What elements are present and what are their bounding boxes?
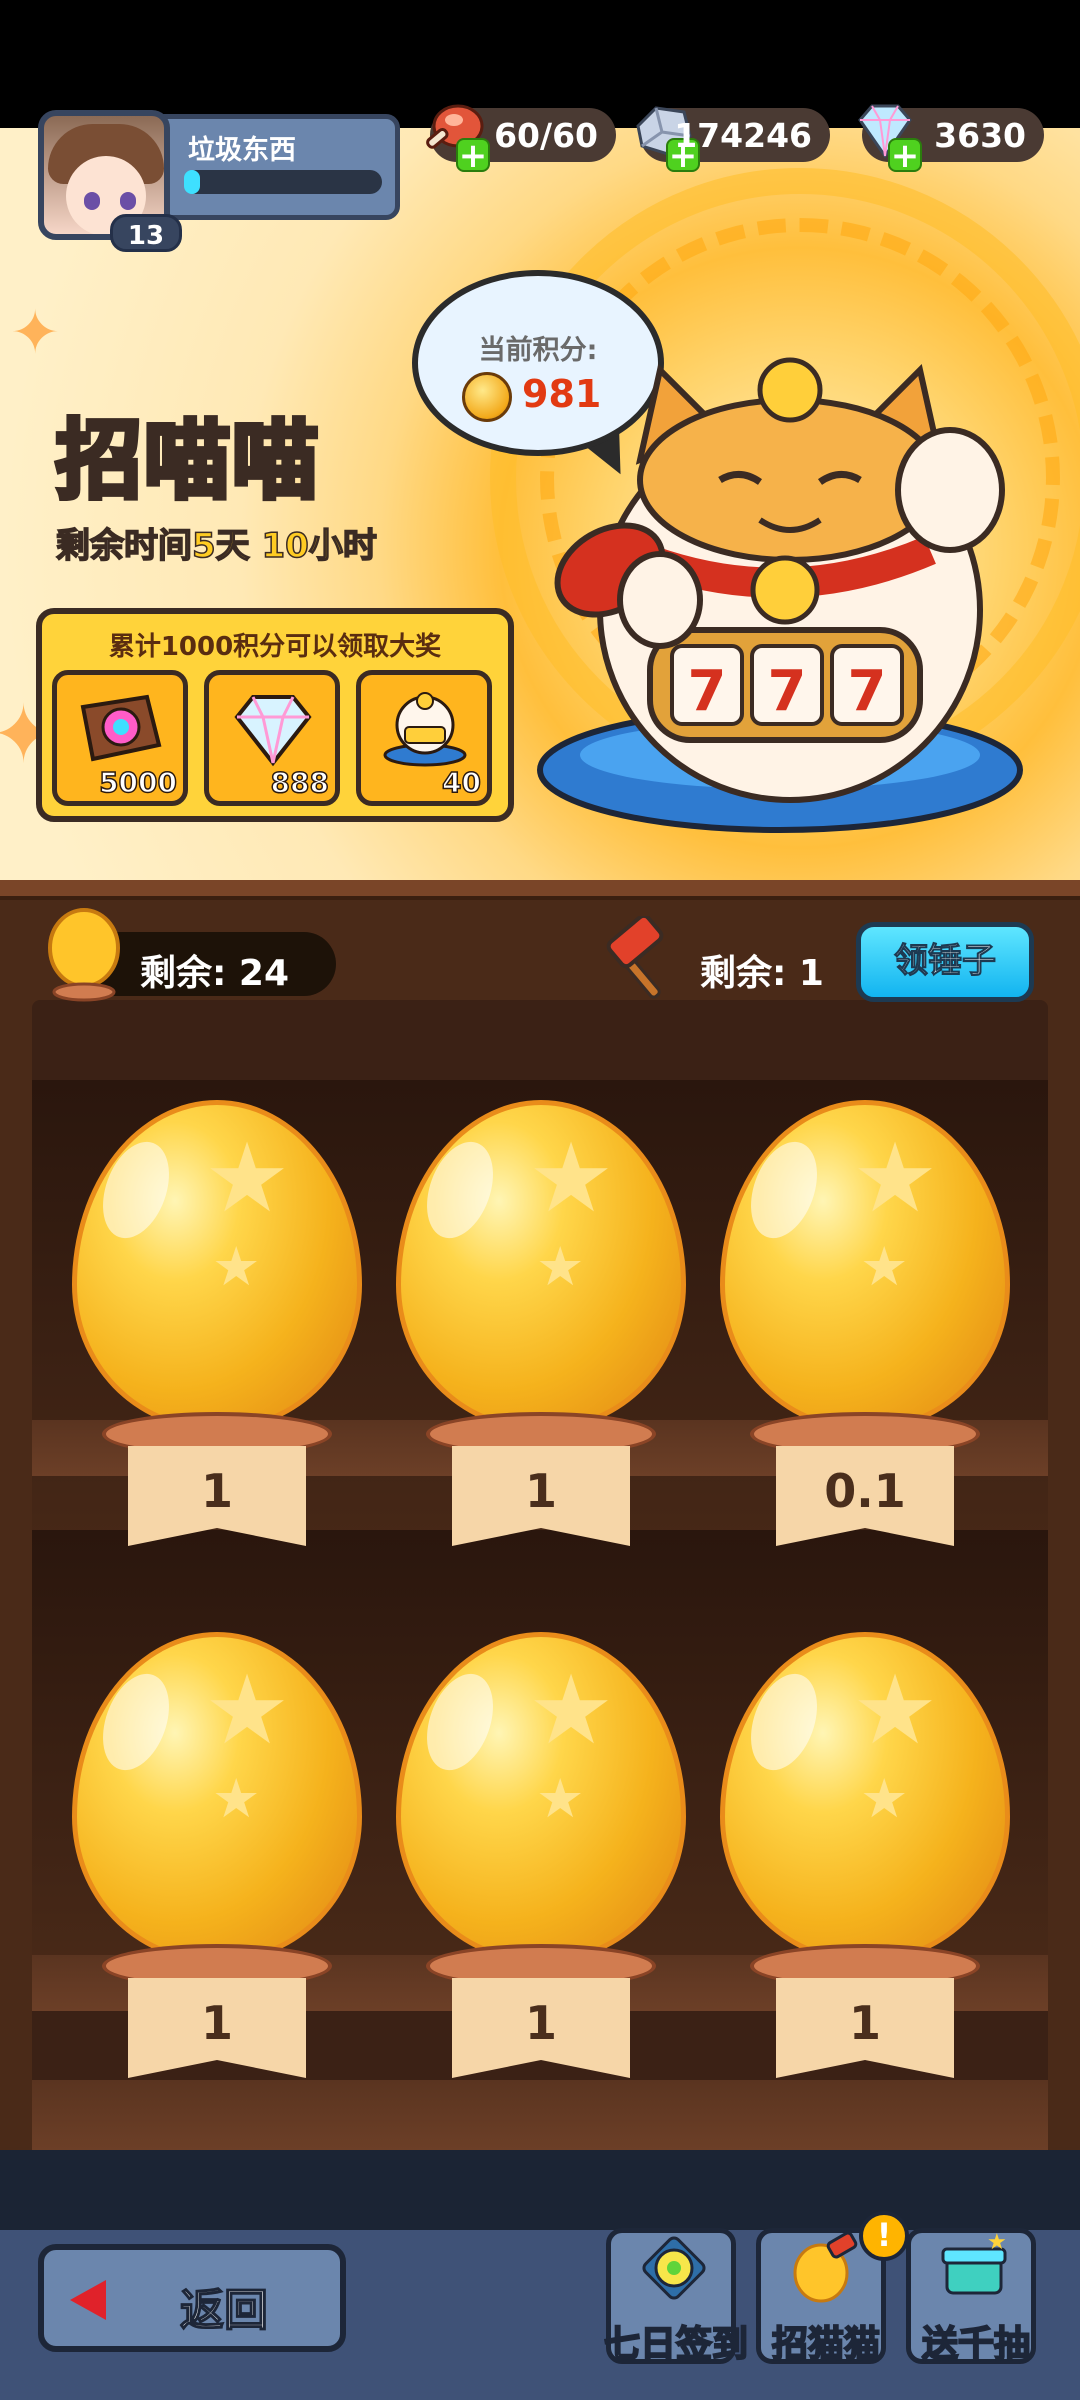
resource-meat[interactable]: + 60/60 bbox=[426, 104, 616, 173]
svg-text:7: 7 bbox=[688, 659, 727, 724]
time-days: 5天 bbox=[191, 525, 250, 567]
star-icon: ★ bbox=[860, 1235, 909, 1298]
nav-thousand-draws[interactable]: ★ 送千抽 bbox=[906, 2228, 1036, 2366]
golden-egg[interactable]: ★ ★ 1 bbox=[396, 1100, 686, 1546]
back-arrow-icon bbox=[70, 2280, 106, 2320]
egg-value: 1 bbox=[524, 1464, 557, 1518]
nav-label: 七日签到 bbox=[603, 2323, 749, 2366]
avatar-eye bbox=[84, 192, 100, 210]
star-icon: ★ bbox=[852, 1654, 939, 1766]
event-title: 招喵喵 bbox=[54, 409, 321, 514]
nav-seven-day-signin[interactable]: 七日签到 bbox=[603, 2228, 749, 2366]
ticket-icon bbox=[80, 694, 162, 762]
golden-egg[interactable]: ★ ★ 1 bbox=[720, 1632, 1010, 2078]
add-diamond-button[interactable]: + bbox=[888, 138, 922, 173]
level-badge: 13 bbox=[110, 214, 182, 252]
star-icon: ★ bbox=[860, 1767, 909, 1830]
xp-bar bbox=[184, 170, 382, 194]
svg-text:7: 7 bbox=[768, 659, 807, 724]
egg-value: 0.1 bbox=[824, 1464, 906, 1518]
sparkle-icon: ✦ bbox=[10, 298, 61, 368]
golden-egg-icon bbox=[48, 908, 120, 1002]
egg-value: 1 bbox=[524, 1996, 557, 2050]
avatar-eye bbox=[120, 192, 136, 210]
nav-lucky-cat[interactable]: 招猫猫 ! bbox=[756, 2211, 909, 2366]
star-icon: ★ bbox=[536, 1767, 585, 1830]
reward-qty: 888 bbox=[270, 765, 330, 800]
xp-fill bbox=[184, 170, 200, 194]
egg-value: 1 bbox=[848, 1996, 881, 2050]
golden-egg[interactable]: ★ ★ 1 bbox=[72, 1100, 362, 1546]
reward-qty: 5000 bbox=[98, 765, 177, 800]
back-label: 返回 bbox=[179, 2284, 269, 2337]
alert-badge: ! bbox=[859, 2211, 909, 2261]
clover-icon bbox=[642, 2236, 706, 2300]
shelf-top-edge bbox=[0, 880, 1080, 900]
star-icon: ★ bbox=[536, 1235, 585, 1298]
golden-egg[interactable]: ★ ★ 0.1 bbox=[720, 1100, 1010, 1546]
egg-value: 1 bbox=[200, 1996, 233, 2050]
get-hammer-button[interactable]: 领锤子 bbox=[856, 922, 1034, 1002]
golden-egg-hammer-icon bbox=[793, 2233, 858, 2303]
player-name: 垃圾东西 bbox=[188, 135, 296, 166]
diamond-icon bbox=[234, 695, 312, 767]
resource-diamond[interactable]: + 3630 bbox=[858, 104, 1044, 173]
reward-item-ticket[interactable]: 5000 bbox=[52, 670, 188, 806]
svg-text:★: ★ bbox=[987, 2233, 1007, 2255]
eggs-remaining-label: 剩余: 24 bbox=[140, 953, 290, 994]
star-icon: ★ bbox=[528, 1654, 615, 1766]
egg-value: 1 bbox=[200, 1464, 233, 1518]
svg-text:7: 7 bbox=[848, 659, 887, 724]
diamond-value: 3630 bbox=[934, 116, 1026, 155]
reward-qty: 40 bbox=[441, 765, 481, 800]
star-icon: ★ bbox=[852, 1122, 939, 1234]
golden-egg[interactable]: ★ ★ 1 bbox=[72, 1632, 362, 2078]
add-meat-button[interactable]: + bbox=[456, 138, 490, 173]
remaining-time: 剩余时间5天 10小时 bbox=[55, 518, 378, 567]
grand-prize-title: 累计1000积分可以领取大奖 bbox=[108, 632, 442, 662]
lucky-cat-mascot: 7 7 7 bbox=[537, 357, 1023, 833]
hammer-icon bbox=[606, 916, 664, 999]
grand-prize-panel: 累计1000积分可以领取大奖 5000 888 40 bbox=[36, 608, 514, 822]
star-icon: ★ bbox=[204, 1654, 291, 1766]
lucky-cat-icon bbox=[383, 692, 467, 767]
coin-icon bbox=[462, 372, 512, 422]
reward-item-lucky-cat[interactable]: 40 bbox=[356, 670, 492, 806]
hammers-remaining-label: 剩余: 1 bbox=[700, 953, 824, 994]
golden-egg[interactable]: ★ ★ 1 bbox=[396, 1632, 686, 2078]
nav-label: 送千抽 bbox=[921, 2323, 1031, 2366]
bottom-bar: 返回 七日签到 招猫猫 ! ★ 送千抽 bbox=[0, 2150, 1080, 2400]
time-prefix: 剩余时间 bbox=[55, 525, 193, 567]
back-button[interactable]: 返回 bbox=[38, 2244, 346, 2352]
star-icon: ★ bbox=[528, 1122, 615, 1234]
shelf-base bbox=[32, 2080, 1048, 2150]
star-icon: ★ bbox=[204, 1122, 291, 1234]
player-profile[interactable]: 垃圾东西 13 bbox=[38, 110, 400, 252]
meat-value: 60/60 bbox=[494, 116, 598, 155]
reward-item-diamond[interactable]: 888 bbox=[204, 670, 340, 806]
gift-chest-icon: ★ bbox=[941, 2233, 1007, 2295]
silver-value: 174246 bbox=[674, 116, 812, 155]
time-hours: 10小时 bbox=[261, 525, 378, 567]
star-icon: ★ bbox=[212, 1767, 261, 1830]
nav-label: 招猫猫 bbox=[771, 2323, 881, 2366]
star-icon: ★ bbox=[212, 1235, 261, 1298]
resource-silver[interactable]: + 174246 bbox=[636, 106, 830, 173]
